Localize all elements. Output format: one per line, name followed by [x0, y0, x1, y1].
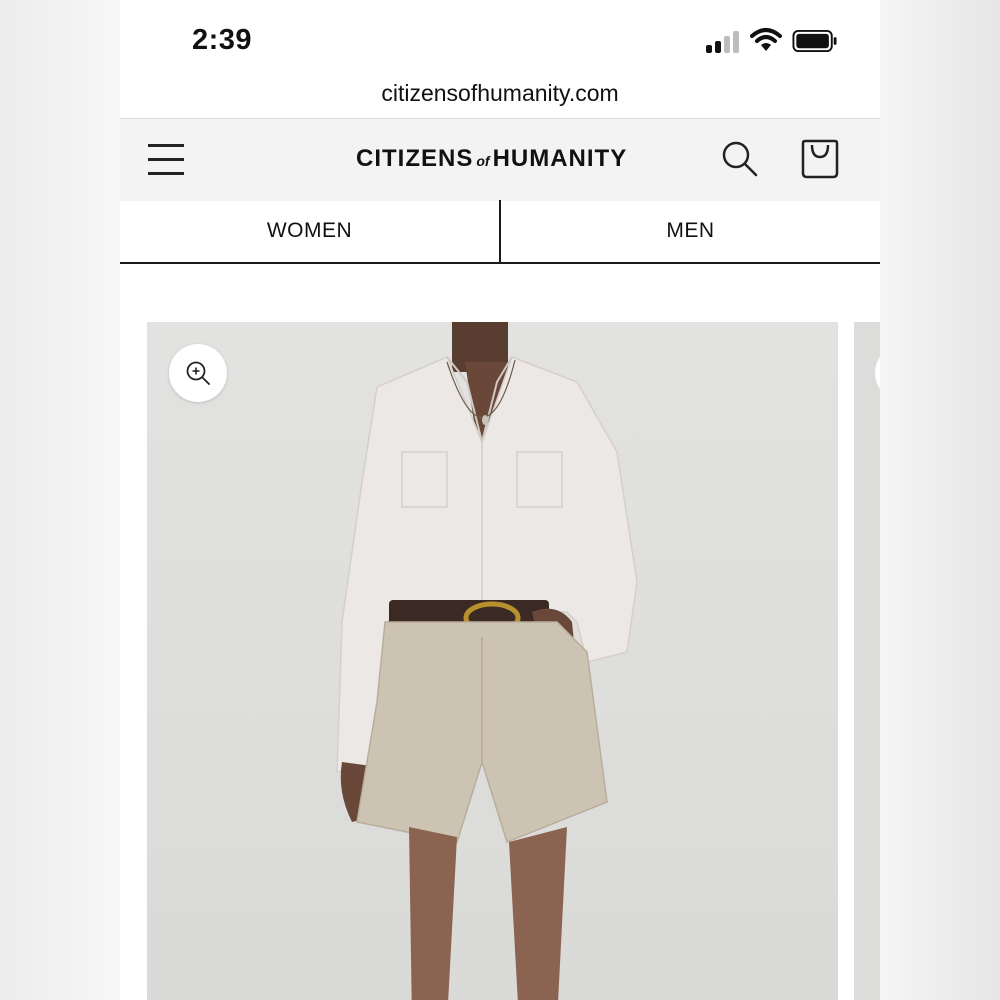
wifi-icon: [750, 28, 782, 51]
signal-icon: [706, 31, 742, 53]
right-backdrop: [880, 0, 1000, 1000]
site-logo[interactable]: CITIZENS of HUMANITY: [356, 145, 627, 173]
phone-screen: 2:39 citizensofhumanity.com CITIZENS of HU…: [120, 0, 880, 1000]
battery-icon: [792, 29, 837, 53]
logo-of: of: [476, 153, 490, 169]
status-time: 2:39: [192, 24, 253, 56]
zoom-in-icon: [186, 361, 210, 385]
model-right-leg: [509, 827, 567, 1000]
product-image[interactable]: [147, 322, 838, 1000]
logo-humanity: HUMANITY: [492, 145, 628, 172]
category-tabs: WOMEN MEN: [120, 200, 880, 264]
search-icon[interactable]: [720, 139, 760, 179]
logo-citizens: CITIZENS: [356, 145, 474, 172]
zoom-button[interactable]: [169, 344, 227, 402]
menu-icon[interactable]: [148, 141, 184, 177]
tab-men[interactable]: MEN: [499, 200, 880, 262]
tab-women[interactable]: WOMEN: [120, 200, 499, 262]
address-bar-url[interactable]: citizensofhumanity.com: [120, 80, 880, 107]
next-product-image[interactable]: [854, 322, 880, 1000]
product-photo-illustration: [336, 322, 638, 1000]
bag-icon[interactable]: [800, 137, 840, 179]
site-header: CITIZENS of HUMANITY: [120, 118, 880, 201]
left-backdrop: [0, 0, 120, 1000]
model-left-leg: [409, 827, 457, 1000]
